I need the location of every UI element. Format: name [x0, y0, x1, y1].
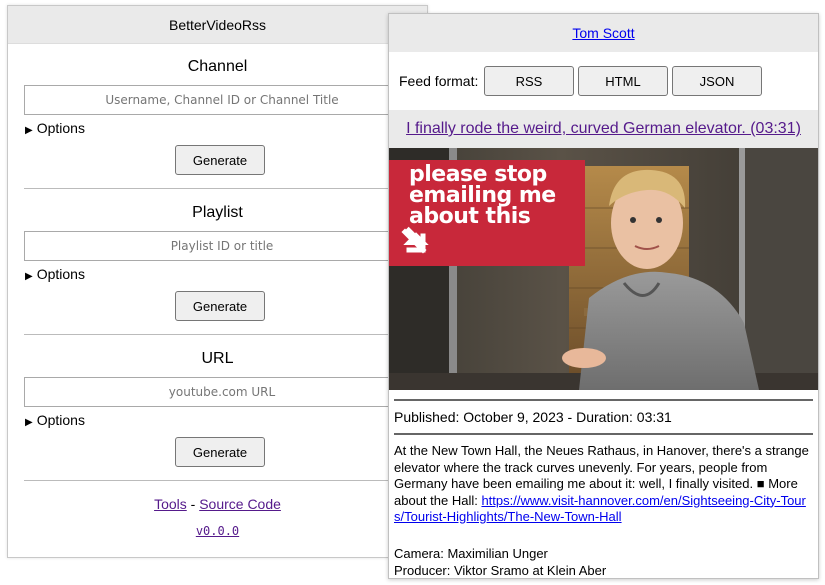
section-divider [24, 480, 420, 481]
video-title-link[interactable]: I finally rode the weird, curved German … [406, 120, 801, 137]
separator [394, 433, 813, 435]
video-thumbnail[interactable]: please stop emailing me about this [389, 148, 818, 390]
playlist-options-label: Options [36, 266, 85, 282]
playlist-heading: Playlist [192, 204, 243, 221]
feed-preview-panel: Tom Scott Feed format: RSS HTML JSON I f… [388, 13, 819, 579]
channel-name-link[interactable]: Tom Scott [572, 25, 634, 41]
playlist-options-toggle[interactable]: ▶ Options [25, 266, 85, 282]
credits: Camera: Maximilian Unger Producer: Vikto… [394, 545, 607, 578]
url-options-label: Options [36, 412, 85, 428]
channel-options-label: Options [36, 120, 85, 136]
version-label: v0.0.0 [8, 524, 427, 538]
video-description: At the New Town Hall, the Neues Rathaus,… [394, 443, 814, 526]
disclosure-triangle-icon: ▶ [25, 271, 33, 282]
channel-generate-button[interactable]: Generate [175, 145, 265, 175]
source-code-link[interactable]: Source Code [199, 496, 281, 512]
channel-input[interactable] [24, 85, 420, 115]
app-title: BetterVideoRss [8, 6, 427, 44]
footer-separator: - [186, 496, 200, 512]
video-title-bar: I finally rode the weird, curved German … [389, 110, 818, 148]
channel-header: Tom Scott [389, 14, 818, 52]
camera-credit: Camera: Maximilian Unger [394, 546, 548, 561]
thumbnail-caption: please stop emailing me about this [409, 162, 556, 229]
rss-format-button[interactable]: RSS [484, 66, 574, 96]
url-generate-button[interactable]: Generate [175, 437, 265, 467]
channel-options-toggle[interactable]: ▶ Options [25, 120, 85, 136]
generator-panel: BetterVideoRss Channel ▶Options Generate… [7, 5, 428, 558]
footer-links: Tools - Source Code [8, 496, 427, 512]
playlist-generate-button[interactable]: Generate [175, 291, 265, 321]
separator [394, 399, 813, 401]
html-format-button[interactable]: HTML [578, 66, 668, 96]
producer-credit: Producer: Viktor Sramo at Klein Aber [394, 563, 607, 578]
section-divider [24, 334, 420, 335]
version-link[interactable]: v0.0.0 [196, 524, 239, 538]
feed-format-label: Feed format: [399, 73, 479, 89]
url-heading: URL [201, 350, 234, 367]
tools-link[interactable]: Tools [154, 496, 187, 512]
json-format-button[interactable]: JSON [672, 66, 762, 96]
section-divider [24, 188, 420, 189]
url-options-toggle[interactable]: ▶ Options [25, 412, 85, 428]
url-input[interactable] [24, 377, 420, 407]
disclosure-triangle-icon: ▶ [25, 417, 33, 428]
playlist-input[interactable] [24, 231, 420, 261]
channel-heading: Channel [187, 58, 248, 75]
published-info: Published: October 9, 2023 - Duration: 0… [394, 409, 672, 425]
disclosure-triangle-icon: ▶ [25, 125, 33, 136]
